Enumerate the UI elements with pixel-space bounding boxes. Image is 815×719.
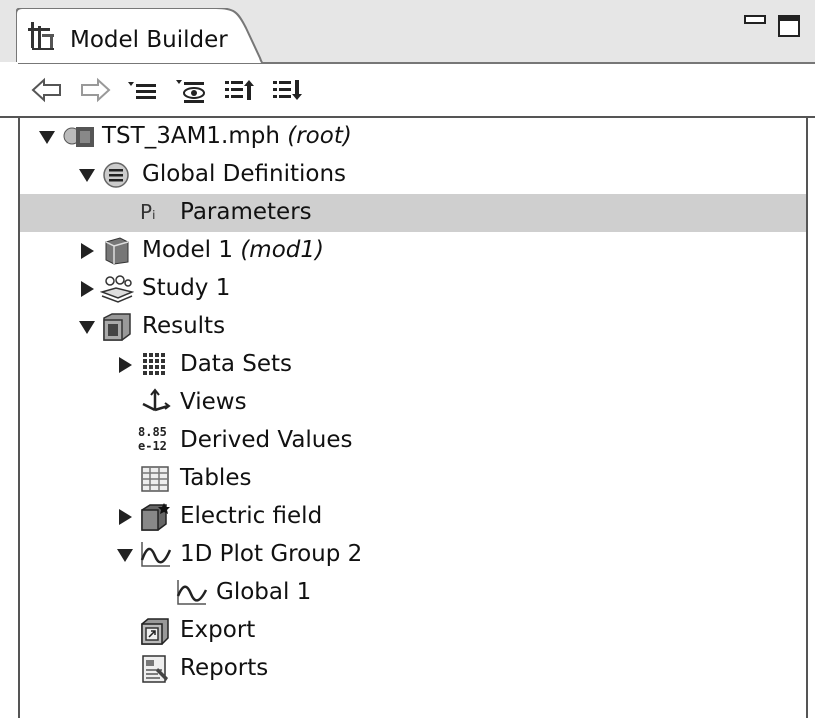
tree-node-label: Export <box>180 617 256 643</box>
tree-node-label: Global 1 <box>216 579 312 605</box>
tree-node-study-1[interactable]: Study 1 <box>20 270 806 308</box>
tree-node-data-sets[interactable]: Data Sets <box>20 346 806 384</box>
reports-icon <box>142 655 168 683</box>
tree-node-label: TST_3AM1.mph (root) <box>102 123 352 149</box>
tab-title: Model Builder <box>70 27 228 53</box>
tree-node-electric-field[interactable]: Electric field <box>20 498 806 536</box>
views-icon <box>142 388 171 412</box>
tree-node-parameters[interactable]: Pᵢ Parameters <box>20 194 806 232</box>
tree-node-label: Parameters <box>180 199 312 225</box>
tree-node-label: Tables <box>180 465 252 491</box>
expand-all-button[interactable] <box>270 76 304 104</box>
maximize-icon <box>778 15 800 37</box>
tree-node-1d-plot-group-2[interactable]: 1D Plot Group 2 <box>20 536 806 574</box>
view-menu-button[interactable] <box>174 76 208 104</box>
tree-node-derived-values[interactable]: 8.85 e-12 Derived Values <box>20 422 806 460</box>
tree-node-tables[interactable]: Tables <box>20 460 806 498</box>
collapsed-arrow-icon[interactable] <box>116 356 134 374</box>
expanded-arrow-icon[interactable] <box>116 546 134 564</box>
tree-node-label: Reports <box>180 655 269 681</box>
electric-field-icon <box>141 503 170 531</box>
export-icon <box>141 618 169 645</box>
data-sets-icon <box>143 353 165 375</box>
tree-node-label: Study 1 <box>142 275 231 301</box>
model-tree: TST_3AM1.mph (root) Global Definitions P… <box>18 118 808 718</box>
minimize-icon <box>744 15 766 24</box>
eye-list-icon <box>176 80 205 103</box>
tree-node-label: Model 1 (mod1) <box>142 237 324 263</box>
back-button[interactable] <box>30 76 64 104</box>
collapse-all-icon <box>225 80 254 100</box>
expanded-arrow-icon[interactable] <box>78 166 96 184</box>
tree-node-results[interactable]: Results <box>20 308 806 346</box>
minimize-button[interactable] <box>743 14 767 38</box>
tree-node-model-1[interactable]: Model 1 (mod1) <box>20 232 806 270</box>
study-icon <box>100 275 134 303</box>
tree-node-reports[interactable]: Reports <box>20 650 806 688</box>
tree-node-label: 1D Plot Group 2 <box>180 541 363 567</box>
tree-node-label: Views <box>180 389 247 415</box>
collapsed-arrow-icon[interactable] <box>78 242 96 260</box>
window-controls <box>743 14 801 38</box>
plot-group-icon <box>140 542 172 567</box>
collapse-all-button[interactable] <box>222 76 256 104</box>
expand-all-icon <box>273 80 302 100</box>
tree-node-label: Derived Values <box>180 427 353 453</box>
show-menu-button[interactable] <box>126 76 160 104</box>
tree-node-global-definitions[interactable]: Global Definitions <box>20 156 806 194</box>
model-builder-tab[interactable]: Model Builder <box>16 8 264 64</box>
model-icon <box>105 237 129 265</box>
tab-bar: Model Builder <box>0 0 815 64</box>
maximize-button[interactable] <box>777 14 801 38</box>
forward-button[interactable] <box>78 76 112 104</box>
tree-node-label: Results <box>142 313 226 339</box>
forward-arrow-icon <box>81 77 111 103</box>
results-icon <box>103 313 131 341</box>
tree-node-label: Electric field <box>180 503 323 529</box>
toolbar <box>0 64 815 118</box>
tree-node-label: Global Definitions <box>142 161 347 187</box>
show-list-icon <box>128 82 156 99</box>
derived-values-icon: 8.85 e-12 <box>138 425 167 453</box>
tree-node-export[interactable]: Export <box>20 612 806 650</box>
parameters-icon: Pᵢ <box>140 200 156 224</box>
expanded-arrow-icon[interactable] <box>78 318 96 336</box>
collapsed-arrow-icon[interactable] <box>116 508 134 526</box>
tree-node-global-1[interactable]: Global 1 <box>20 574 806 612</box>
model-builder-panel: Model Builder TST_3AM1.mph (root) Global… <box>0 0 815 719</box>
tree-node-views[interactable]: Views <box>20 384 806 422</box>
tree-node-root[interactable]: TST_3AM1.mph (root) <box>20 118 806 156</box>
tree-node-label: Data Sets <box>180 351 292 377</box>
panel-left-margin <box>0 62 18 719</box>
tables-icon <box>141 466 169 492</box>
expanded-arrow-icon[interactable] <box>38 128 56 146</box>
global-definitions-icon <box>103 162 129 188</box>
collapsed-arrow-icon[interactable] <box>78 280 96 298</box>
global-plot-icon <box>176 580 208 605</box>
model-builder-icon <box>28 22 54 50</box>
back-arrow-icon <box>31 77 61 103</box>
mph-file-icon <box>63 127 94 147</box>
